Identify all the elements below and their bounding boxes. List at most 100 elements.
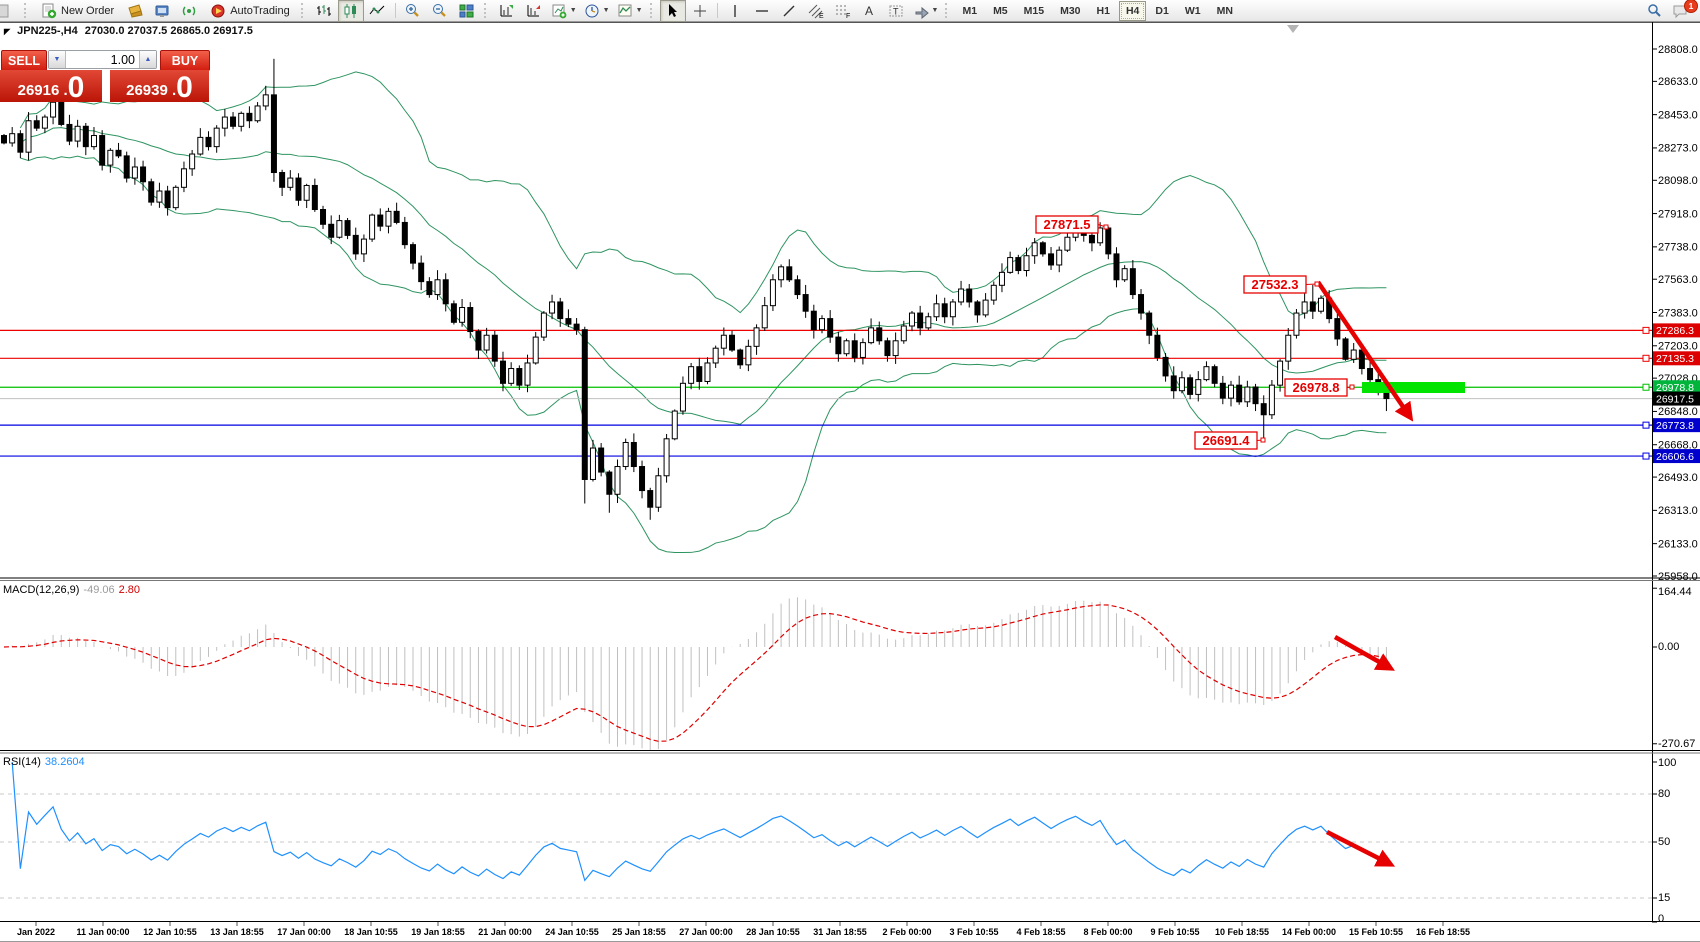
candle-body	[664, 439, 669, 476]
vertical-line-button[interactable]	[722, 0, 748, 22]
buy-button[interactable]: BUY	[160, 50, 210, 71]
shapes-button[interactable]: ▼	[911, 0, 942, 22]
tile-windows-button[interactable]	[454, 0, 480, 22]
chevron-down-icon: ▼	[636, 7, 643, 14]
candle-body	[926, 317, 931, 328]
candle-body	[1130, 269, 1135, 295]
arrange-windows-button[interactable]	[494, 0, 520, 22]
candle-body	[1024, 256, 1029, 271]
candle-body	[353, 235, 358, 253]
candle-body	[468, 308, 473, 332]
volume-decrease-button[interactable]: ▼	[49, 51, 66, 68]
toolbar-separator	[717, 3, 718, 18]
volume-increase-button[interactable]: ▲	[139, 51, 156, 68]
toolbar: New Order AutoTrading	[0, 0, 1700, 22]
new-order-button[interactable]: New Order	[34, 1, 121, 21]
cursor-button[interactable]	[660, 0, 686, 22]
text-button[interactable]: A	[857, 0, 883, 22]
candle-body	[91, 136, 96, 147]
volume-input[interactable]	[66, 51, 139, 68]
candle-body	[304, 185, 309, 200]
candle-body	[378, 215, 383, 226]
candle-body	[746, 346, 751, 364]
candle-body	[844, 341, 849, 354]
text-label-button[interactable]: T	[884, 0, 910, 22]
tab-d1[interactable]: D1	[1148, 1, 1175, 21]
chat-icon[interactable]: 1	[1668, 0, 1694, 22]
line-handle	[1643, 422, 1649, 428]
svg-text:13 Jan 18:55: 13 Jan 18:55	[210, 927, 264, 937]
funnel-icon[interactable]	[122, 0, 148, 22]
candle-body	[443, 280, 448, 304]
candle-body	[991, 285, 996, 300]
crosshair-button[interactable]	[687, 0, 713, 22]
macd-indicator-label: MACD(12,26,9)-49.062.80	[3, 584, 140, 596]
candle-body	[640, 467, 645, 491]
metaeditor-icon[interactable]	[149, 0, 175, 22]
sell-button[interactable]: SELL	[1, 50, 47, 71]
candle-body	[1057, 250, 1062, 265]
rsi-value: 38.2604	[45, 756, 85, 768]
chart-canvas[interactable]: 28808.028633.028453.028273.028098.027918…	[0, 0, 1700, 942]
tab-m15[interactable]: M15	[1017, 1, 1051, 21]
tab-mn[interactable]: MN	[1210, 1, 1240, 21]
tab-w1[interactable]: W1	[1178, 1, 1208, 21]
svg-text:26493.0: 26493.0	[1658, 472, 1698, 484]
line-chart-button[interactable]	[365, 0, 391, 22]
candle-body	[893, 341, 898, 356]
svg-text:F: F	[846, 13, 850, 19]
tab-h4[interactable]: H4	[1119, 1, 1146, 21]
macd-main-value: -49.06	[83, 584, 114, 596]
candle-body	[1237, 385, 1242, 402]
buy-price-display[interactable]: 26939 .0	[110, 70, 209, 102]
bar-chart-button[interactable]	[311, 0, 337, 22]
candle-body	[983, 300, 988, 315]
candle-body	[1065, 237, 1070, 250]
search-icon[interactable]	[1641, 0, 1667, 22]
candle-body	[83, 126, 88, 146]
candle-body	[590, 448, 595, 479]
line-handle	[1643, 327, 1649, 333]
candle-body	[1089, 235, 1094, 242]
tab-m5[interactable]: M5	[986, 1, 1015, 21]
candle-body	[394, 211, 399, 222]
svg-text:27918.0: 27918.0	[1658, 208, 1698, 220]
candle-body	[1220, 383, 1225, 398]
svg-text:28633.0: 28633.0	[1658, 76, 1698, 88]
candle-body	[1139, 295, 1144, 313]
candlestick-button[interactable]	[338, 0, 364, 22]
broadcast-icon[interactable]	[176, 0, 202, 22]
candle-body	[500, 361, 505, 383]
tab-m30[interactable]: M30	[1053, 1, 1087, 21]
fibonacci-button[interactable]: F	[830, 0, 856, 22]
candle-body	[476, 332, 481, 350]
autotrading-button[interactable]: AutoTrading	[203, 1, 297, 21]
candle-body	[206, 137, 211, 146]
chevron-down-icon: ▼	[603, 7, 610, 14]
candle-body	[713, 348, 718, 363]
svg-text:27135.3: 27135.3	[1656, 353, 1694, 365]
toolbar-grip	[945, 3, 951, 18]
svg-text:26133.0: 26133.0	[1658, 538, 1698, 550]
period-clock-button[interactable]: ▼	[581, 0, 613, 22]
candle-body	[108, 150, 113, 165]
candle-body	[885, 341, 890, 356]
zoom-out-button[interactable]	[427, 0, 453, 22]
new-chart-button[interactable]: ▼	[548, 0, 580, 22]
candle-body	[975, 302, 980, 315]
equidistant-channel-button[interactable]: E	[803, 0, 829, 22]
zoom-in-button[interactable]	[400, 0, 426, 22]
sell-price-display[interactable]: 26916 .0	[0, 70, 102, 102]
horizontal-line-button[interactable]	[749, 0, 775, 22]
trendline-button[interactable]	[776, 0, 802, 22]
tab-m1[interactable]: M1	[955, 1, 984, 21]
candle-body	[1106, 228, 1111, 254]
chart-profiles-button[interactable]: ▼	[614, 0, 646, 22]
candle-body	[566, 319, 571, 325]
tab-h1[interactable]: H1	[1090, 1, 1117, 21]
green-highlight-band[interactable]	[1362, 382, 1465, 393]
svg-text:27532.3: 27532.3	[1252, 277, 1299, 292]
candle-body	[2, 136, 7, 143]
svg-text:18 Jan 10:55: 18 Jan 10:55	[344, 927, 398, 937]
arrange-windows-alt-button[interactable]	[521, 0, 547, 22]
